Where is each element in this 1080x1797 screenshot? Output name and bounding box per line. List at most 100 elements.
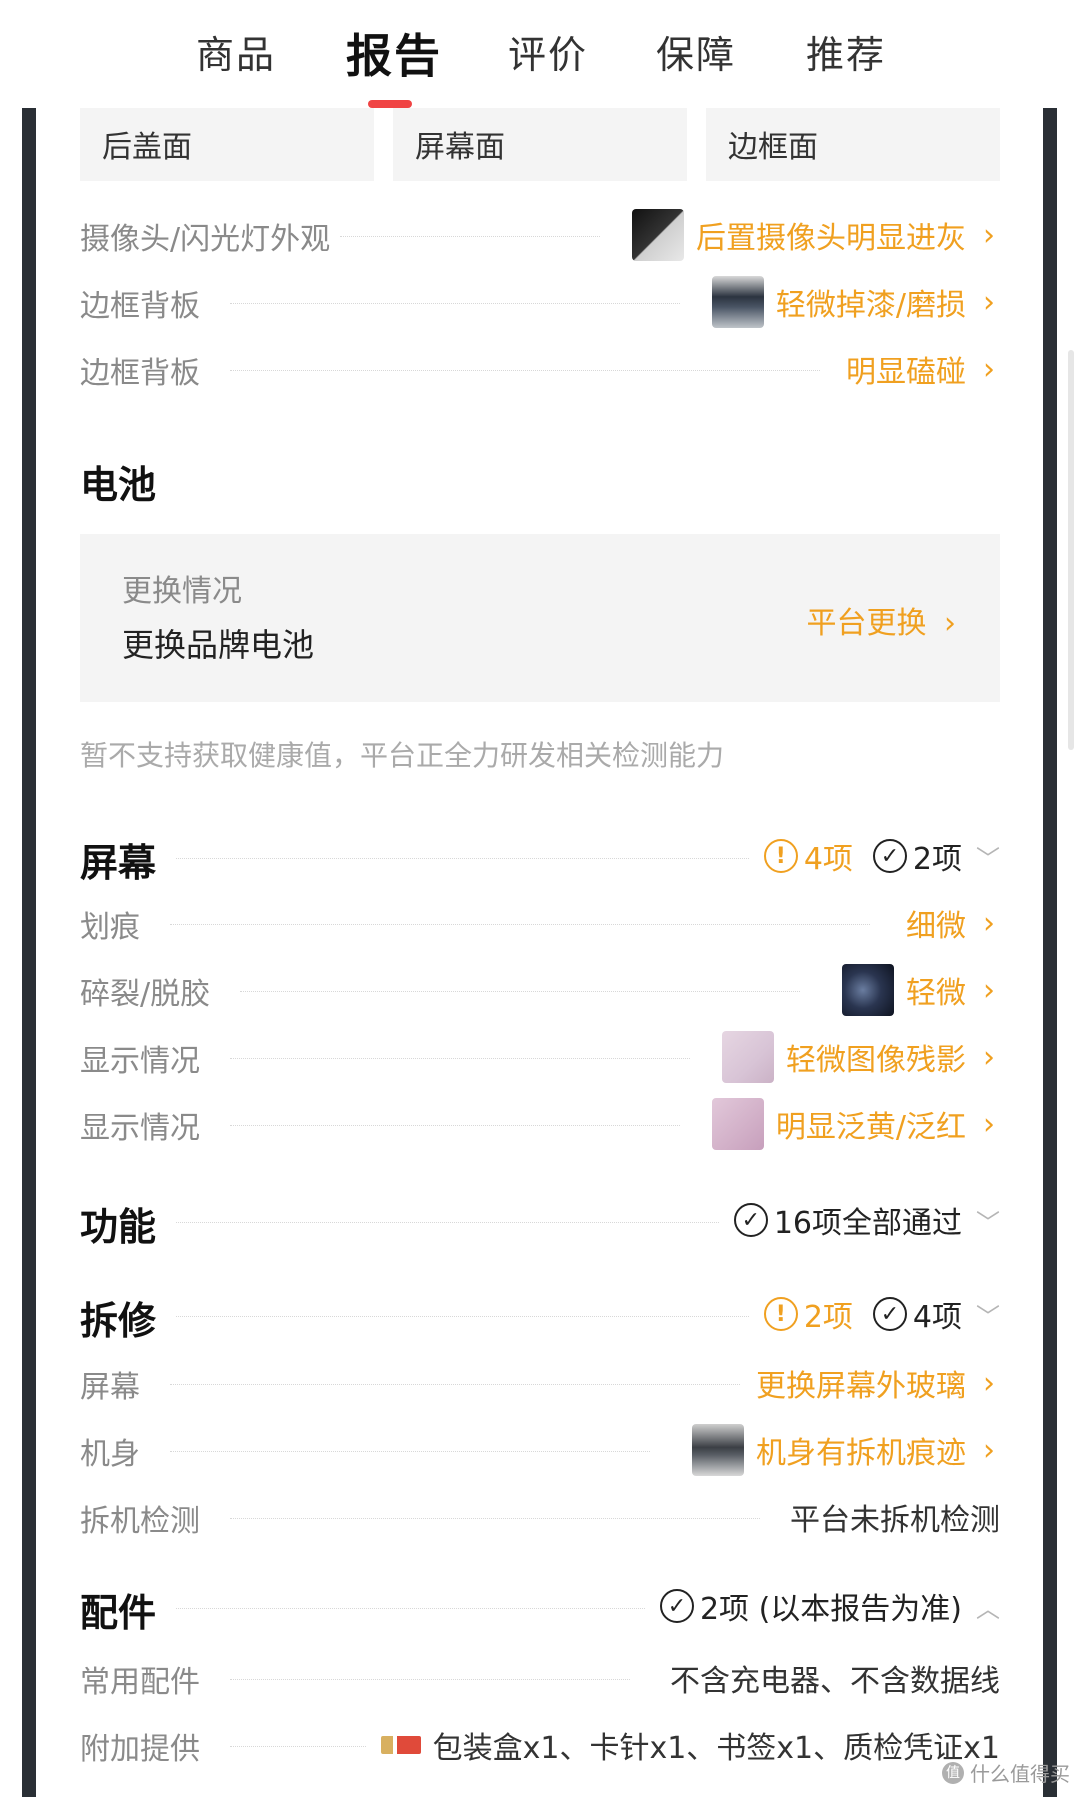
row-value: 机身有拆机痕迹 bbox=[756, 1436, 966, 1471]
chevron-right-icon: › bbox=[983, 1365, 995, 1401]
active-tab-indicator bbox=[368, 100, 412, 108]
chevron-down-icon: ﹀ bbox=[976, 844, 1000, 873]
chevron-right-icon: › bbox=[983, 284, 995, 320]
row-value: 平台未拆机检测 bbox=[790, 1503, 1000, 1538]
section-title-repair: 拆修 bbox=[80, 1290, 165, 1345]
ok-summary: ✓ 4项 bbox=[872, 1292, 962, 1336]
battery-note: 暂不支持获取健康值，平台正全力研发相关检测能力 bbox=[80, 739, 725, 772]
subtab-screen-side[interactable]: 屏幕面 bbox=[393, 108, 687, 181]
chevron-right-icon: › bbox=[983, 905, 995, 941]
ok-summary: ✓ 16项全部通过 bbox=[733, 1198, 962, 1242]
chevron-down-icon: ﹀ bbox=[976, 1208, 1000, 1237]
row-value: 明显泛黄/泛红 bbox=[775, 1110, 966, 1145]
row-label: 显示情况 bbox=[80, 1103, 206, 1147]
watermark-text: 什么值得买 bbox=[970, 1762, 1070, 1786]
device-frame-right bbox=[1043, 108, 1057, 1797]
photo-thumbnail[interactable] bbox=[632, 209, 684, 261]
appearance-row-camera[interactable]: 摄像头/闪光灯外观 后置摄像头明显进灰 › bbox=[80, 209, 1000, 261]
check-circle-icon: ✓ bbox=[733, 1203, 768, 1237]
tab-guarantee[interactable]: 保障 bbox=[656, 24, 736, 79]
chevron-right-icon: › bbox=[944, 606, 956, 641]
row-label: 屏幕 bbox=[80, 1362, 146, 1406]
package-icon bbox=[380, 1736, 421, 1754]
accessories-summary[interactable]: ✓ 2项 (以本报告为准) ︿ bbox=[645, 1584, 1000, 1628]
appearance-row-frame-dent[interactable]: 边框背板 明显磕碰 › bbox=[80, 344, 1000, 394]
battery-card[interactable]: 更换情况 更换品牌电池 平台更换 › bbox=[80, 534, 1000, 702]
row-value: 轻微 bbox=[906, 976, 966, 1011]
screen-row-display-ghost[interactable]: 显示情况 轻微图像残影 › bbox=[80, 1031, 1000, 1083]
chevron-right-icon: › bbox=[983, 1432, 995, 1468]
chevron-right-icon: › bbox=[983, 351, 995, 387]
section-title-function: 功能 bbox=[80, 1196, 165, 1251]
tab-reviews[interactable]: 评价 bbox=[508, 24, 588, 79]
check-circle-icon: ✓ bbox=[872, 839, 907, 873]
appearance-subtabs: 后盖面 屏幕面 边框面 bbox=[80, 108, 1000, 181]
row-value: 不含充电器、不含数据线 bbox=[670, 1664, 1000, 1699]
row-value: 轻微图像残影 bbox=[786, 1043, 966, 1078]
smzdm-logo-icon: 值 bbox=[942, 1761, 964, 1784]
tab-report[interactable]: 报告 bbox=[346, 20, 442, 86]
top-tab-bar: 商品 报告 评价 保障 推荐 bbox=[0, 0, 1080, 108]
ok-text: 16项全部通过 bbox=[773, 1206, 962, 1241]
watermark: 值 什么值得买 bbox=[942, 1758, 1070, 1787]
row-label: 碎裂/脱胶 bbox=[80, 969, 217, 1013]
chevron-right-icon: › bbox=[983, 1039, 995, 1075]
repair-row-body[interactable]: 机身 机身有拆机痕迹 › bbox=[80, 1424, 1000, 1476]
subtab-back-cover[interactable]: 后盖面 bbox=[80, 108, 374, 181]
tab-goods[interactable]: 商品 bbox=[196, 24, 276, 79]
row-label: 拆机检测 bbox=[80, 1496, 206, 1540]
check-circle-icon: ✓ bbox=[872, 1297, 907, 1331]
photo-thumbnail[interactable] bbox=[692, 1424, 744, 1476]
row-value: 细微 bbox=[906, 909, 966, 944]
warn-count: 4项 bbox=[803, 842, 853, 877]
row-label: 摄像头/闪光灯外观 bbox=[80, 214, 337, 258]
warn-summary: ! 4项 bbox=[763, 834, 853, 878]
row-value: 更换屏幕外玻璃 bbox=[756, 1369, 966, 1404]
repair-row-teardown-check: 拆机检测 平台未拆机检测 bbox=[80, 1492, 1000, 1542]
row-value: 后置摄像头明显进灰 bbox=[696, 221, 966, 256]
ok-count: 2项 bbox=[912, 842, 962, 877]
chevron-right-icon: › bbox=[983, 217, 995, 253]
screen-summary[interactable]: ! 4项 ✓ 2项 ﹀ bbox=[749, 834, 1000, 878]
chevron-right-icon: › bbox=[983, 1106, 995, 1142]
ok-summary: ✓ 2项 bbox=[872, 834, 962, 878]
screen-row-display-yellow[interactable]: 显示情况 明显泛黄/泛红 › bbox=[80, 1098, 1000, 1150]
photo-thumbnail[interactable] bbox=[711, 1098, 764, 1150]
warn-count: 2项 bbox=[803, 1300, 853, 1335]
photo-thumbnail[interactable] bbox=[842, 964, 894, 1016]
appearance-row-frame-scuff[interactable]: 边框背板 轻微掉漆/磨损 › bbox=[80, 276, 1000, 328]
exclamation-circle-icon: ! bbox=[763, 1297, 798, 1331]
row-label: 划痕 bbox=[80, 902, 146, 946]
section-title-screen: 屏幕 bbox=[80, 832, 165, 887]
row-value: 轻微掉漆/磨损 bbox=[775, 288, 966, 323]
screen-row-crack[interactable]: 碎裂/脱胶 轻微 › bbox=[80, 964, 1000, 1016]
row-label: 常用配件 bbox=[80, 1657, 206, 1701]
accessories-row-common: 常用配件 不含充电器、不含数据线 bbox=[80, 1653, 1000, 1703]
ok-text: 2项 (以本报告为准) bbox=[699, 1592, 962, 1627]
repair-row-screen[interactable]: 屏幕 更换屏幕外玻璃 › bbox=[80, 1358, 1000, 1408]
photo-thumbnail[interactable] bbox=[722, 1031, 774, 1083]
check-circle-icon: ✓ bbox=[659, 1589, 694, 1623]
battery-link-label: 平台更换 bbox=[806, 606, 927, 641]
ok-count: 4项 bbox=[912, 1300, 962, 1335]
repair-summary[interactable]: ! 2项 ✓ 4项 ﹀ bbox=[749, 1292, 1000, 1336]
scrollbar[interactable] bbox=[1068, 350, 1074, 750]
photo-thumbnail[interactable] bbox=[711, 276, 764, 328]
subtab-frame-side[interactable]: 边框面 bbox=[706, 108, 1000, 181]
device-frame-left bbox=[22, 108, 36, 1797]
screen-row-scratch[interactable]: 划痕 细微 › bbox=[80, 898, 1000, 948]
ok-summary: ✓ 2项 (以本报告为准) bbox=[659, 1584, 962, 1628]
section-title-accessories: 配件 bbox=[80, 1582, 165, 1637]
battery-status: 更换品牌电池 bbox=[122, 626, 315, 664]
chevron-down-icon: ﹀ bbox=[976, 1302, 1000, 1331]
chevron-right-icon: › bbox=[983, 972, 995, 1008]
row-label: 附加提供 bbox=[80, 1724, 206, 1768]
chevron-up-icon: ︿ bbox=[976, 1594, 1000, 1623]
battery-link[interactable]: 平台更换 › bbox=[806, 598, 956, 642]
exclamation-circle-icon: ! bbox=[763, 839, 798, 873]
section-title-battery: 电池 bbox=[80, 454, 165, 509]
warn-summary: ! 2项 bbox=[763, 1292, 853, 1336]
tab-recommend[interactable]: 推荐 bbox=[806, 24, 886, 79]
function-summary[interactable]: ✓ 16项全部通过 ﹀ bbox=[719, 1198, 1000, 1242]
report-content: 后盖面 屏幕面 边框面 摄像头/闪光灯外观 后置摄像头明显进灰 › 边框背板 轻… bbox=[36, 108, 1043, 1797]
